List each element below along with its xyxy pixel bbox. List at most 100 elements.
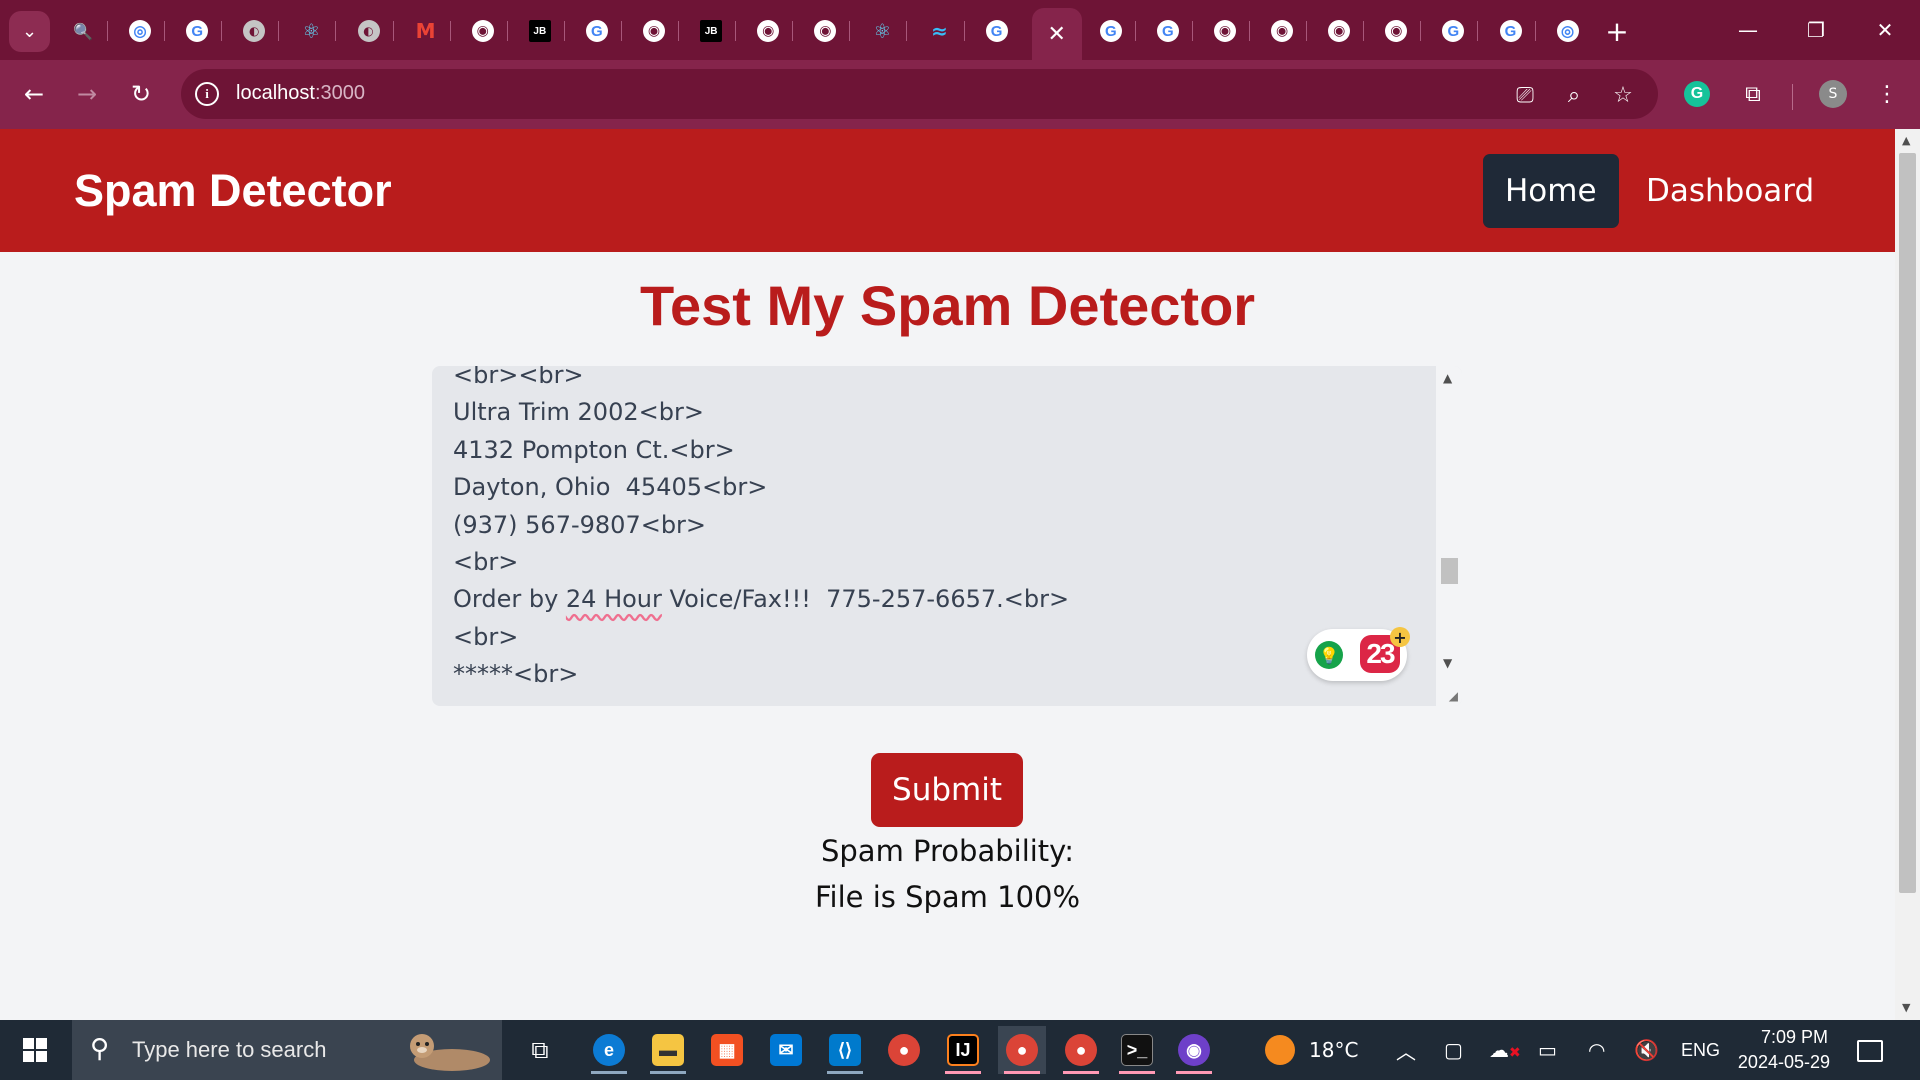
browser-tab[interactable]: ≈ [920, 12, 960, 50]
start-button[interactable] [0, 1020, 70, 1080]
taskbar-intellij[interactable]: IJ [939, 1026, 987, 1074]
minimize-button[interactable]: — [1714, 0, 1782, 60]
volume-tray[interactable]: 🔇 [1634, 1020, 1659, 1080]
forward-button[interactable]: → [67, 74, 107, 114]
brand-title[interactable]: Spam Detector [74, 165, 392, 217]
browser-tab[interactable]: JB [520, 12, 560, 50]
install-app-icon[interactable]: ⎚ [1511, 81, 1539, 109]
browser-tab[interactable]: G [977, 12, 1017, 50]
tab-search-button[interactable]: ⌄ [9, 11, 50, 52]
onedrive-tray[interactable]: ☁✖ [1489, 1020, 1521, 1080]
taskbar-chrome-profile-active[interactable]: ● [998, 1026, 1046, 1074]
tab-separator [1534, 21, 1536, 41]
grammarly-widget[interactable]: 💡 23 + [1307, 627, 1410, 681]
browser-tab[interactable]: M [406, 12, 446, 50]
resize-handle-icon[interactable]: ◢ [1449, 689, 1458, 703]
taskbar-terminal[interactable]: >_ [1113, 1026, 1161, 1074]
tab-separator [1249, 21, 1250, 41]
weather-widget[interactable]: 18°C [1265, 1020, 1358, 1080]
reload-button[interactable]: ↻ [121, 74, 161, 114]
close-icon[interactable]: ✕ [1047, 22, 1065, 47]
browser-tab[interactable]: JB [691, 12, 731, 50]
scroll-up-icon[interactable]: ▲ [1443, 371, 1452, 385]
language-indicator[interactable]: ENG [1681, 1020, 1720, 1080]
textarea-scroll-thumb[interactable] [1441, 558, 1458, 584]
url-text[interactable]: localhost:3000 [236, 82, 365, 105]
browser-tab[interactable]: G [177, 12, 217, 50]
grammarly-extension-button[interactable]: G [1677, 74, 1717, 114]
browser-tab[interactable]: ✕ [1031, 8, 1082, 60]
scroll-down-icon[interactable]: ▼ [1902, 1001, 1910, 1014]
clock-time[interactable]: 7:09 PM [1738, 1027, 1828, 1048]
profile-button[interactable]: S [1813, 74, 1853, 114]
tab-separator [1134, 21, 1136, 41]
wifi-tray[interactable]: ◠ [1588, 1020, 1605, 1080]
taskbar-search[interactable]: ⚲ Type here to search [72, 1020, 502, 1080]
taskbar-store[interactable]: ▦ [703, 1026, 751, 1074]
browser-menu-button[interactable]: ⋮ [1867, 74, 1907, 114]
browser-tab[interactable]: ◎ [120, 12, 160, 50]
taskbar-github-desktop[interactable]: ◉ [1170, 1026, 1218, 1074]
tab-separator [1477, 21, 1479, 41]
textarea-scrollbar[interactable]: ▲ ▼ [1436, 366, 1462, 706]
nav-dashboard[interactable]: Dashboard [1624, 154, 1836, 228]
page-scrollbar[interactable]: ▲ ▼ [1895, 129, 1920, 1020]
new-tab-button[interactable]: + [1598, 12, 1636, 50]
notifications-button[interactable] [1850, 1034, 1890, 1068]
scroll-up-icon[interactable]: ▲ [1902, 134, 1910, 147]
extensions-button[interactable]: ⧉ [1733, 74, 1773, 114]
spellcheck-underline[interactable]: 24 Hour [566, 585, 662, 613]
address-bar[interactable]: i localhost:3000 ⎚ ⌕ ☆ [181, 69, 1658, 119]
restore-button[interactable]: ❐ [1782, 0, 1850, 60]
browser-tab[interactable]: ⚛ [862, 12, 902, 50]
site-info-icon[interactable]: i [195, 82, 219, 106]
taskbar-file-explorer[interactable]: ▬ [644, 1026, 692, 1074]
bookmark-star-icon[interactable]: ☆ [1609, 81, 1637, 109]
otter-illustration-icon [410, 1034, 490, 1071]
battery-tray[interactable]: ▭ [1538, 1020, 1557, 1080]
taskbar-vscode[interactable]: ⟨⟩ [821, 1026, 869, 1074]
browser-tab[interactable]: ◉ [1319, 12, 1359, 50]
show-hidden-icons-button[interactable]: ︿ [1396, 1020, 1416, 1080]
plus-icon: + [1605, 14, 1629, 48]
windows-logo-icon [23, 1038, 47, 1062]
browser-tab[interactable]: ◉ [634, 12, 674, 50]
zoom-icon[interactable]: ⌕ [1560, 81, 1588, 109]
browser-tab[interactable]: ◉ [1205, 12, 1245, 50]
back-button[interactable]: ← [14, 74, 54, 114]
browser-tab[interactable]: ◉ [1376, 12, 1416, 50]
nav-home[interactable]: Home [1483, 154, 1619, 228]
taskbar-edge[interactable]: e [585, 1026, 633, 1074]
browser-tab[interactable]: ◐ [234, 12, 274, 50]
page-scroll-thumb[interactable] [1899, 153, 1916, 893]
lightbulb-icon[interactable]: 💡 [1315, 641, 1343, 669]
browser-tab[interactable]: ◉ [1262, 12, 1302, 50]
browser-tab[interactable]: G [1433, 12, 1473, 50]
scroll-down-icon[interactable]: ▼ [1443, 656, 1452, 670]
textarea-line: <br> [453, 622, 519, 651]
browser-tab[interactable]: ◉ [463, 12, 503, 50]
textarea-line: <br><br> [453, 366, 584, 389]
browser-tab[interactable]: ◐ [349, 12, 389, 50]
submit-button[interactable]: Submit [871, 753, 1023, 827]
browser-tab[interactable]: G [1091, 12, 1131, 50]
browser-tab[interactable]: G [1491, 12, 1531, 50]
browser-tab[interactable]: G [577, 12, 617, 50]
window-close-button[interactable]: ✕ [1851, 0, 1919, 60]
browser-tab[interactable]: 🔍 [63, 12, 103, 50]
browser-tab[interactable]: G [1148, 12, 1188, 50]
browser-tab[interactable]: ◎ [1548, 12, 1588, 50]
browser-tab[interactable]: ◉ [805, 12, 845, 50]
taskbar-chrome-profile[interactable]: ● [1057, 1026, 1105, 1074]
browser-tab[interactable]: ◉ [748, 12, 788, 50]
tab-separator [107, 21, 108, 41]
globe-icon: ◐ [357, 20, 380, 42]
clock-date[interactable]: 2024-05-29 [1730, 1052, 1830, 1073]
taskbar-mail[interactable]: ✉ [762, 1026, 810, 1074]
textarea-content[interactable]: <br><br> Ultra Trim 2002<br> 4132 Pompton … [453, 366, 1413, 694]
task-view-button[interactable]: ⧉ [516, 1026, 564, 1074]
browser-tab[interactable]: ⚛ [291, 12, 331, 50]
meet-now-tray[interactable]: ▢ [1444, 1020, 1463, 1080]
taskbar-chrome[interactable]: ● [880, 1026, 928, 1074]
spam-result-text: File is Spam 100% [814, 880, 1081, 914]
